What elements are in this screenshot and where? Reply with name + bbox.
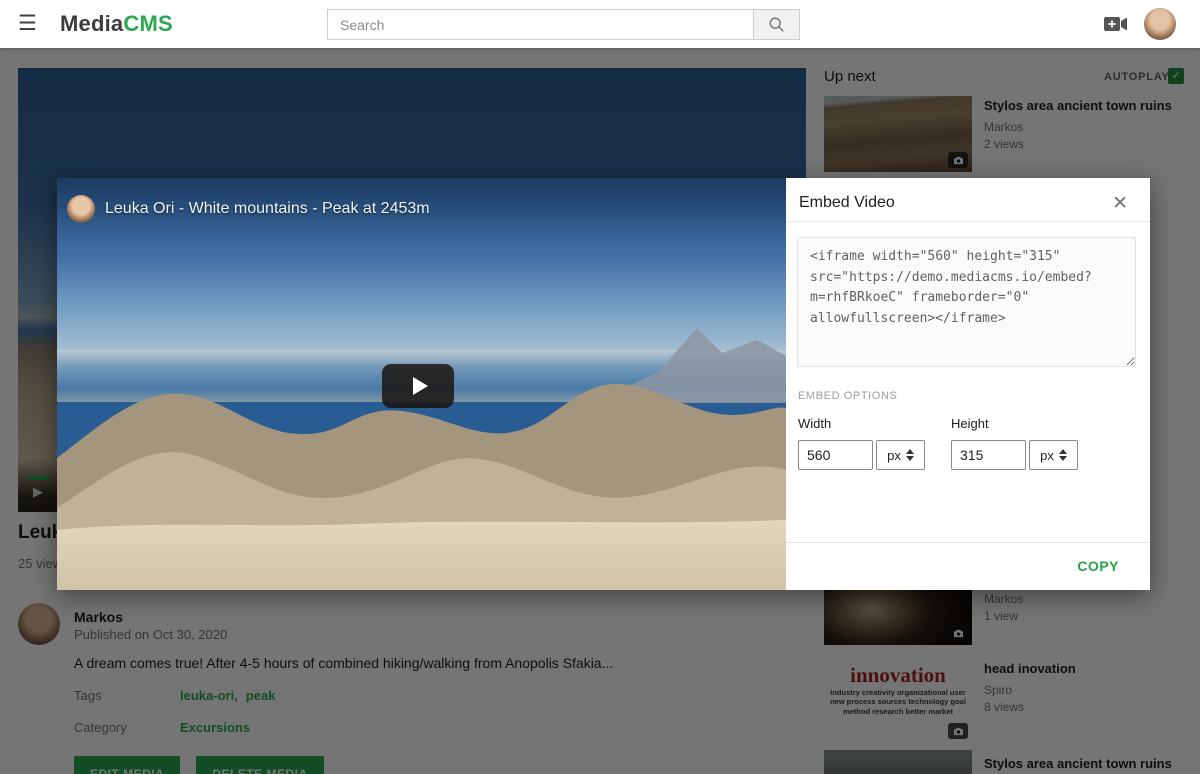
divider: [786, 542, 1150, 543]
width-label: Width: [798, 416, 925, 431]
stepper-arrows-icon: [1059, 449, 1067, 461]
embed-video-modal: Leuka Ori - White mountains - Peak at 24…: [57, 178, 1150, 590]
channel-avatar[interactable]: [67, 195, 95, 223]
height-input[interactable]: [951, 440, 1026, 470]
play-button[interactable]: [382, 364, 454, 408]
stepper-arrows-icon: [906, 449, 914, 461]
mediacms-logo[interactable]: MediaCMS: [60, 11, 173, 37]
search-bar: [327, 9, 800, 40]
logo-media-text: Media: [60, 11, 123, 36]
unit-label: px: [887, 448, 901, 463]
width-input[interactable]: [798, 440, 873, 470]
user-avatar[interactable]: [1144, 8, 1176, 40]
logo-cms-text: CMS: [123, 11, 173, 36]
divider: [786, 221, 1150, 222]
height-group: Height px: [951, 416, 1078, 470]
preview-video-title: Leuka Ori - White mountains - Peak at 24…: [105, 200, 430, 218]
copy-button[interactable]: COPY: [1077, 558, 1119, 574]
width-group: Width px: [798, 416, 925, 470]
close-icon[interactable]: ✕: [1112, 192, 1128, 215]
embed-options-label: EMBED OPTIONS: [798, 390, 897, 402]
upload-media-button[interactable]: [1104, 16, 1128, 37]
width-unit-select[interactable]: px: [876, 440, 925, 470]
top-navbar: ☰ MediaCMS: [0, 0, 1200, 48]
play-icon: [413, 377, 428, 395]
search-icon: [768, 16, 786, 34]
modal-title: Embed Video: [799, 194, 895, 212]
embed-code-textarea[interactable]: <iframe width="560" height="315" src="ht…: [797, 237, 1136, 367]
search-button[interactable]: [753, 9, 800, 40]
embed-panel: Embed Video ✕ <iframe width="560" height…: [786, 178, 1150, 590]
embed-preview-player[interactable]: Leuka Ori - White mountains - Peak at 24…: [57, 178, 786, 590]
video-add-icon: [1104, 16, 1128, 32]
height-unit-select[interactable]: px: [1029, 440, 1078, 470]
menu-icon[interactable]: ☰: [18, 12, 37, 36]
unit-label: px: [1040, 448, 1054, 463]
height-label: Height: [951, 416, 1078, 431]
search-input[interactable]: [327, 9, 753, 40]
